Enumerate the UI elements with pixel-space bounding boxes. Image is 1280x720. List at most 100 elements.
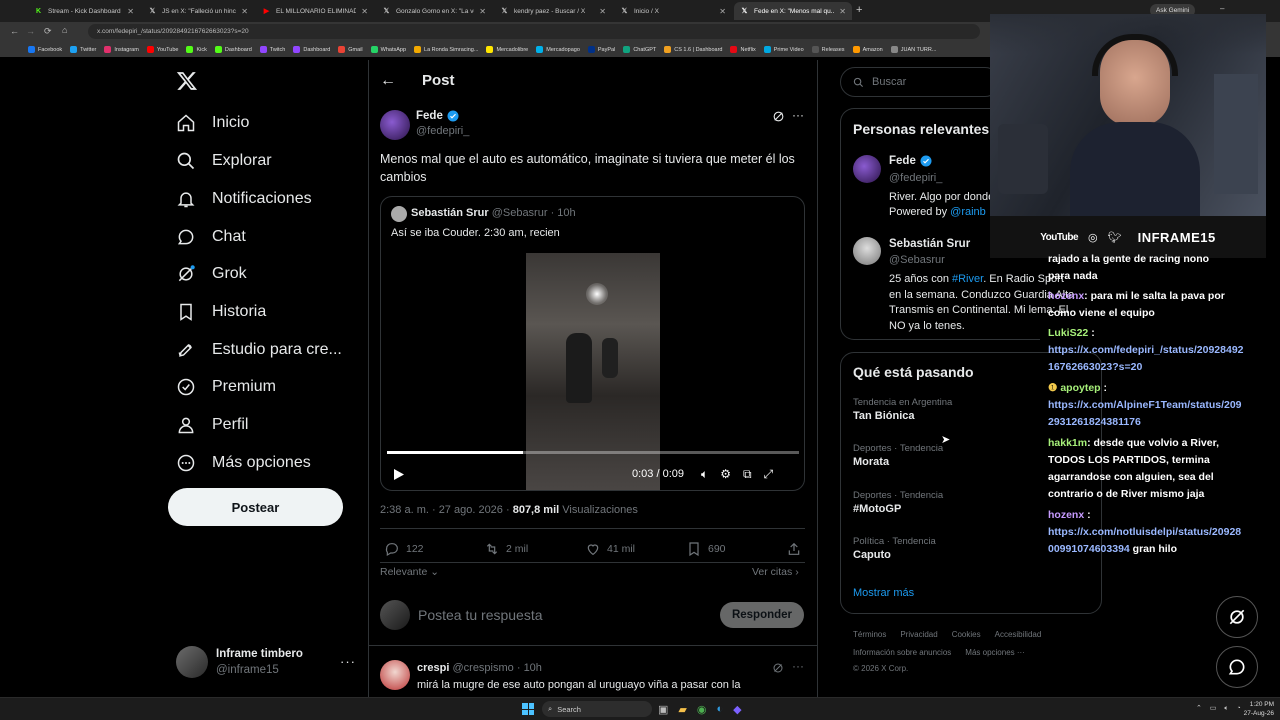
- bookmark-item[interactable]: ChatGPT: [623, 46, 656, 53]
- x-logo-icon[interactable]: [176, 70, 198, 92]
- footer-link[interactable]: Cookies: [952, 630, 981, 639]
- bookmark-item[interactable]: Releases: [811, 46, 845, 53]
- reply-author-avatar[interactable]: [380, 660, 410, 690]
- chat-link[interactable]: 16762663023?s=20: [1048, 361, 1142, 373]
- bookmark-item[interactable]: Kick: [186, 46, 207, 53]
- browser-tab[interactable]: 𝕏Gonzalo Gorno en X: "La venia...✕: [376, 2, 492, 20]
- close-tab-icon[interactable]: ✕: [599, 7, 606, 16]
- reply-author-name[interactable]: crespi: [417, 662, 449, 674]
- browser-tab[interactable]: K Stream - Kick Dashboard ✕: [28, 2, 140, 20]
- browser-tab[interactable]: 𝕏 Inicio / X ✕: [614, 2, 732, 20]
- trend-item[interactable]: Deportes · Tendencia #MotoGP: [853, 490, 943, 515]
- nav-item-explorar[interactable]: Explorar: [176, 151, 272, 171]
- video-progress-track[interactable]: [387, 451, 799, 454]
- messages-float-button[interactable]: [1216, 646, 1258, 688]
- footer-link[interactable]: Términos: [853, 630, 886, 639]
- chat-link[interactable]: https://x.com/notluisdelpi/status/20928: [1048, 526, 1241, 538]
- nav-item-chat[interactable]: Chat: [176, 227, 246, 247]
- nav-item-historia[interactable]: Historia: [176, 302, 266, 322]
- nav-item-más-opciones[interactable]: Más opciones: [176, 453, 311, 473]
- close-tab-icon[interactable]: ✕: [127, 7, 134, 16]
- nav-item-grok[interactable]: Grok: [176, 264, 247, 284]
- trend-item[interactable]: Política · Tendencia Caputo: [853, 536, 936, 561]
- bookmark-item[interactable]: YouTube: [146, 46, 178, 53]
- bookmark-item[interactable]: Mercadolibre: [486, 46, 528, 53]
- nav-item-premium[interactable]: Premium: [176, 377, 276, 397]
- reply-input[interactable]: Postea tu respuesta: [418, 607, 543, 623]
- close-tab-icon[interactable]: ✕: [241, 7, 248, 16]
- edge-icon[interactable]: ◐: [716, 703, 723, 716]
- trend-item[interactable]: Deportes · Tendencia Morata: [853, 443, 943, 468]
- bookmark-item[interactable]: JUAN TURR...: [890, 46, 936, 53]
- bookmark-item[interactable]: Twitch: [259, 46, 285, 53]
- bookmark-item[interactable]: CS 1.6 | Dashboard: [664, 46, 722, 53]
- bookmark-item[interactable]: Instagram: [104, 46, 139, 53]
- bookmark-stat[interactable]: 690: [686, 541, 726, 557]
- person-name[interactable]: Fede: [889, 155, 916, 167]
- url-field[interactable]: x.com/fedepiri_/status/20928492167626630…: [88, 24, 980, 39]
- footer-link[interactable]: Privacidad: [900, 630, 937, 639]
- trend-item[interactable]: Tendencia en Argentina Tan Biónica: [853, 397, 952, 422]
- grok-explain-icon[interactable]: [772, 110, 785, 123]
- nav-item-perfil[interactable]: Perfil: [176, 415, 248, 435]
- volume-icon[interactable]: 🔈︎: [701, 467, 708, 482]
- bookmark-item[interactable]: Amazon: [852, 46, 883, 53]
- quotes-link[interactable]: Ver citas ›: [752, 566, 799, 578]
- author-name[interactable]: Fede: [416, 110, 443, 122]
- bookmark-item[interactable]: WhatsApp: [370, 46, 406, 53]
- close-tab-icon[interactable]: ✕: [839, 7, 846, 16]
- windows-start-icon[interactable]: [522, 703, 534, 715]
- close-tab-icon[interactable]: ✕: [479, 7, 486, 16]
- bookmark-item[interactable]: Mercadopago: [536, 46, 580, 53]
- browser-tab[interactable]: ▶EL MILLONARIO ELIMINADO E...✕: [256, 2, 374, 20]
- bookmark-item[interactable]: Facebook: [28, 46, 62, 53]
- author-handle[interactable]: @fedepiri_: [416, 125, 469, 137]
- play-icon[interactable]: [393, 468, 405, 481]
- chat-link[interactable]: https://x.com/AlpineF1Team/status/209: [1048, 399, 1242, 411]
- author-avatar[interactable]: [380, 110, 410, 140]
- reply-author-handle[interactable]: @crespismo: [452, 662, 513, 674]
- nav-item-notificaciones[interactable]: Notificaciones: [176, 189, 312, 209]
- system-tray-icons[interactable]: ⌃ ▭ 🔈︎ ◔: [1196, 704, 1244, 713]
- person-name[interactable]: Sebastián Srur: [889, 238, 970, 250]
- file-explorer-icon[interactable]: ▰: [678, 703, 686, 716]
- browser-tab[interactable]: 𝕏kendry paez - Buscar / X ✕: [494, 2, 612, 20]
- person-bio-link[interactable]: #River: [952, 273, 983, 285]
- quote-card[interactable]: Sebastián Srur @Sebasrur · 10h Así se ib…: [380, 196, 805, 491]
- bookmark-item[interactable]: PayPal: [587, 46, 615, 53]
- footer-link[interactable]: Más opciones ···: [965, 648, 1025, 657]
- person-bio-link[interactable]: @rainb: [950, 206, 986, 218]
- post-timestamp[interactable]: 2:38 a. m. · 27 ago. 2026 ·: [380, 504, 510, 516]
- home-browser-icon[interactable]: ⌂: [62, 25, 67, 35]
- reload-icon[interactable]: ⟳: [44, 26, 52, 37]
- chat-link[interactable]: 2931261824381176: [1048, 416, 1141, 428]
- close-tab-icon[interactable]: ✕: [361, 7, 368, 16]
- reply-button[interactable]: Responder: [720, 602, 804, 628]
- nav-item-inicio[interactable]: Inicio: [176, 113, 249, 133]
- bookmark-item[interactable]: Gmail: [338, 46, 363, 53]
- share-icon[interactable]: [786, 541, 802, 557]
- grok-explain-icon[interactable]: [772, 662, 784, 674]
- chrome-icon[interactable]: ◉: [697, 703, 707, 716]
- chat-link[interactable]: https://x.com/fedepiri_/status/20928492: [1048, 344, 1244, 356]
- avatar[interactable]: [176, 646, 208, 678]
- new-tab-button[interactable]: +: [856, 4, 862, 16]
- post-more-icon[interactable]: ···: [792, 108, 804, 122]
- footer-link[interactable]: Información sobre anuncios: [853, 648, 951, 657]
- sort-dropdown[interactable]: Relevante ⌄: [380, 566, 439, 578]
- nav-item-estudio-para-cre[interactable]: Estudio para cre...: [176, 340, 342, 360]
- discord-icon[interactable]: ◆: [733, 703, 741, 716]
- close-tab-icon[interactable]: ✕: [719, 7, 726, 16]
- grok-float-button[interactable]: [1216, 596, 1258, 638]
- person-avatar[interactable]: [853, 237, 881, 265]
- footer-link[interactable]: Accesibilidad: [995, 630, 1042, 639]
- chat-link[interactable]: 00991074603394: [1048, 543, 1130, 555]
- pip-icon[interactable]: ⧉: [743, 467, 752, 482]
- bookmark-item[interactable]: Dashboard: [293, 46, 330, 53]
- browser-tab[interactable]: 𝕏JS en X: "Falleció un hincha...✕: [142, 2, 254, 20]
- account-more-icon[interactable]: ···: [340, 654, 356, 669]
- video-player[interactable]: [526, 253, 660, 490]
- back-arrow-icon[interactable]: ←: [380, 72, 396, 90]
- task-view-icon[interactable]: ▣: [658, 703, 668, 716]
- back-icon[interactable]: ←: [10, 26, 19, 36]
